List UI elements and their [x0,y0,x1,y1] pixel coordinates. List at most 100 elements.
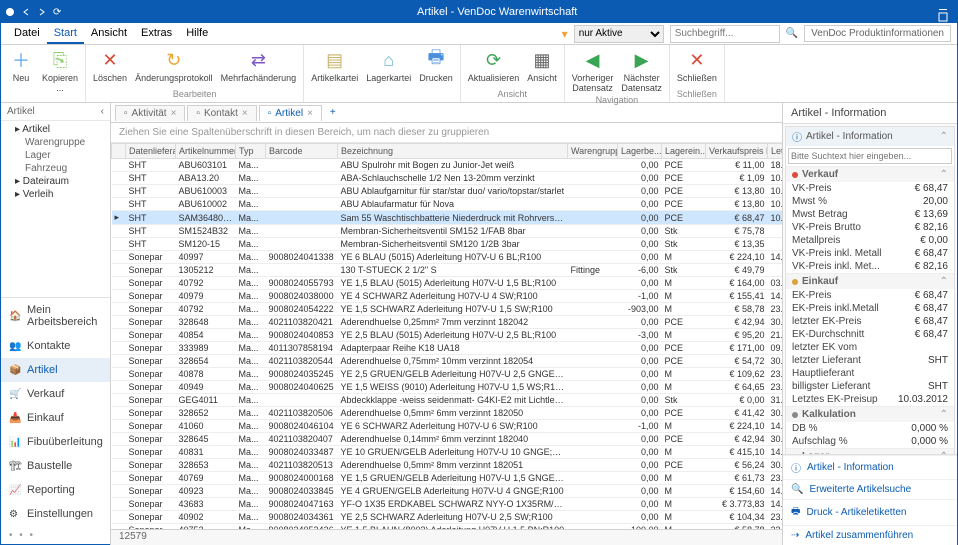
ribbon-mehrfach-nderung[interactable]: ⇄Mehrfachänderung [218,47,300,85]
col-header[interactable]: Lagerbe... [618,144,662,159]
ribbon-artikelkartei[interactable]: ▤Artikelkartei [308,47,361,85]
ribbon-ansicht[interactable]: ▦Ansicht [524,47,560,85]
col-header[interactable]: Bezeichnung [338,144,568,159]
col-header[interactable]: Lagerein... [662,144,706,159]
link-druck-artikeletiketten[interactable]: 🖶Druck - Artikeletiketten [783,499,957,525]
table-row[interactable]: SHTSM120-15Ma...Membran-Sicherheitsventi… [112,238,783,251]
col-header[interactable]: Barcode [266,144,338,159]
nav-einkauf[interactable]: 📥Einkauf [1,406,110,430]
tree-node-fahrzeug[interactable]: Fahrzeug [1,162,110,175]
menu-extras[interactable]: Extras [134,24,179,44]
table-row[interactable]: Sonepar40769Ma...9008024000168YE 1,5 GRU… [112,472,783,485]
table-row[interactable]: SHTABU610002Ma...ABU Ablaufarmatur für N… [112,198,783,211]
tab-artikel[interactable]: ▫Artikel× [259,105,322,121]
col-header[interactable]: Datenlieferant [126,144,176,159]
ribbon-aktualisieren[interactable]: ⟳Aktualisieren [465,47,523,85]
table-row[interactable]: ▸SHTSAM3648066Ma...Sam 55 Waschtischbatt… [112,211,783,225]
table-row[interactable]: SHTABA13.20Ma...ABA-Schlauchschelle 1/2 … [112,172,783,185]
table-row[interactable]: Sonepar40979Ma...9008024038000YE 4 SCHWA… [112,290,783,303]
col-header[interactable]: Letztes EK-Preisup... [768,144,783,159]
undo-icon[interactable] [21,7,31,17]
maximize-icon[interactable] [938,12,948,22]
ribbon-kopieren-[interactable]: ⎘Kopieren... [39,47,81,95]
table-row[interactable]: Sonepar40792Ma...9008024055793YE 1,5 BLA… [112,277,783,290]
table-row[interactable]: Sonepar40878Ma...9008024035245YE 2,5 GRU… [112,368,783,381]
table-row[interactable]: Sonepar40902Ma...9008024034361YE 2,5 SCH… [112,511,783,524]
redo-icon[interactable] [37,7,47,17]
col-header[interactable]: Warengruppe [568,144,618,159]
tree-node-artikel[interactable]: ▸ Artikel [1,123,110,136]
col-header[interactable]: Artikelnummer [176,144,236,159]
menu-ansicht[interactable]: Ansicht [84,24,134,44]
table-row[interactable]: Sonepar40854Ma...9008024040853YE 2,5 BLA… [112,329,783,342]
table-row[interactable]: Sonepar328648Ma...4021103820421Aderendhu… [112,316,783,329]
menu-hilfe[interactable]: Hilfe [179,24,215,44]
section-verkauf[interactable]: Verkauf⌃ [786,166,954,182]
tab-aktivität[interactable]: ▫Aktivität× [115,105,185,121]
grid-scroll[interactable]: DatenlieferantArtikelnummerTypBarcodeBez… [111,143,782,529]
accordion-header-info[interactable]: ⓘArtikel - Information ⌃ [786,127,954,146]
nav-reporting[interactable]: 📈Reporting [1,478,110,502]
search-icon[interactable]: 🔍 [786,28,798,39]
tab-close-icon[interactable]: × [242,108,248,119]
table-row[interactable]: Sonepar333989Ma...4011307858194Adapterpa… [112,342,783,355]
ribbon-l-schen[interactable]: ✕Löschen [90,47,130,85]
tree-node-warengruppe[interactable]: Warengruppe [1,136,110,149]
ribbon-vorheriger-datensatz[interactable]: ◀VorherigerDatensatz [569,47,617,95]
menu-start[interactable]: Start [47,24,84,44]
tab-close-icon[interactable]: × [171,108,177,119]
nav-artikel[interactable]: 📦Artikel [1,358,110,382]
table-row[interactable]: SHTABU603101Ma...ABU Spulrohr mit Bogen … [112,159,783,172]
ribbon-schlie-en[interactable]: ✕Schließen [674,47,720,85]
section-einkauf[interactable]: Einkauf⌃ [786,273,954,289]
table-row[interactable]: Sonepar40949Ma...9008024040625YE 1,5 WEI… [112,381,783,394]
nav-mein-arbeitsbereich[interactable]: 🏠Mein Arbeitsbereich [1,298,110,334]
menu-datei[interactable]: Datei [7,24,47,44]
table-row[interactable]: Sonepar328652Ma...4021103820506Aderendhu… [112,407,783,420]
table-row[interactable]: Sonepar40997Ma...9008024041338YE 6 BLAU … [112,251,783,264]
tree-node-dateiraum[interactable]: ▸ Dateiraum [1,175,110,188]
tree-node-verleih[interactable]: ▸ Verleih [1,188,110,201]
table-row[interactable]: SHTABU610003Ma...ABU Ablaufgarnitur für … [112,185,783,198]
tab-kontakt[interactable]: ▫Kontakt× [187,105,256,121]
nav-baustelle[interactable]: 🏗Baustelle [1,454,110,478]
nav-fibuüberleitung[interactable]: 📊Fibuüberleitung [1,430,110,454]
ribbon--nderungsprotokoll[interactable]: ↻Änderungsprotokoll [132,47,216,85]
nav-more[interactable]: • • • [1,526,110,545]
table-row[interactable]: Sonepar328654Ma...4021103820544Aderendhu… [112,355,783,368]
filter-select[interactable]: nur Aktive [574,25,664,43]
table-row[interactable]: Sonepar40792Ma...9008024054222YE 1,5 SCH… [112,303,783,316]
nav-einstellungen[interactable]: ⚙Einstellungen [1,502,110,526]
nav-verkauf[interactable]: 🛒Verkauf [1,382,110,406]
table-row[interactable]: SHTSM1524B32Ma...Membran-Sicherheitsvent… [112,225,783,238]
table-row[interactable]: Sonepar40923Ma...9008024033845YE 4 GRUEN… [112,485,783,498]
col-header[interactable] [112,144,126,159]
ribbon-drucken[interactable]: 🖶Drucken [416,47,456,85]
table-row[interactable]: Sonepar41060Ma...9008024046104YE 6 SCHWA… [112,420,783,433]
ribbon-lagerkartei[interactable]: ⌂Lagerkartei [363,47,414,85]
table-row[interactable]: Sonepar40831Ma...9008024033487YE 10 GRUE… [112,446,783,459]
table-row[interactable]: Sonepar328653Ma...4021103820513Aderendhu… [112,459,783,472]
table-row[interactable]: Sonepar43683Ma...9008024047163YF-O 1X35 … [112,498,783,511]
tab-add[interactable]: + [324,105,342,120]
link-artikel-information[interactable]: ⓘArtikel - Information [783,455,957,479]
minimize-icon[interactable] [938,2,948,12]
ribbon-n-chster-datensatz[interactable]: ▶NächsterDatensatz [618,47,665,95]
link-erweiterte-artikelsuche[interactable]: 🔍Erweiterte Artikelsuche [783,479,957,499]
link-artikel-zusammenf-hren[interactable]: ⇢Artikel zusammenführen [783,525,957,545]
search-input[interactable] [670,25,780,43]
tree-node-lager[interactable]: Lager [1,149,110,162]
table-row[interactable]: Sonepar1305212Ma...130 T-STUECK 2 1/2" S… [112,264,783,277]
tab-close-icon[interactable]: × [307,108,313,119]
group-by-bar[interactable]: Ziehen Sie eine Spaltenüberschrift in di… [111,123,782,143]
nav-kontakte[interactable]: 👥Kontakte [1,334,110,358]
table-row[interactable]: SoneparGEG4011Ma...Abdeckklappe -weiss s… [112,394,783,407]
ribbon-neu[interactable]: ＋Neu [5,47,37,85]
table-row[interactable]: Sonepar328645Ma...4021103820407Aderendhu… [112,433,783,446]
info-search-input[interactable] [788,148,952,164]
col-header[interactable]: Verkaufspreis N... [706,144,768,159]
col-header[interactable]: Typ [236,144,266,159]
collapse-icon[interactable]: ‹ [101,106,104,117]
product-info-button[interactable]: VenDoc Produktinformationen [804,25,951,42]
section-kalkulation[interactable]: Kalkulation⌃ [786,406,954,422]
